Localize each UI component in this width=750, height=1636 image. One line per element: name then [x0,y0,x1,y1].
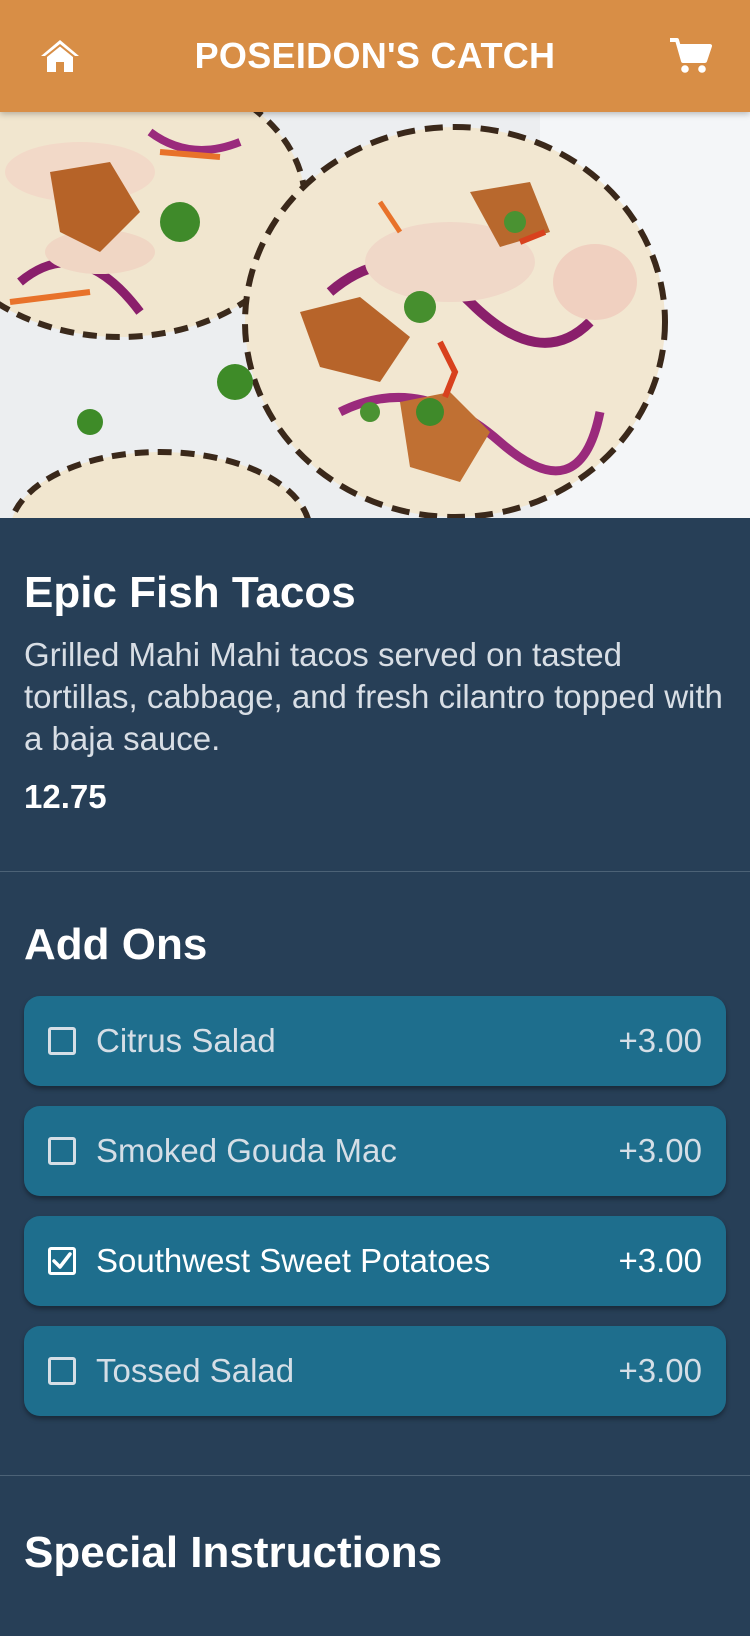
addon-label: Smoked Gouda Mac [96,1132,397,1169]
item-description: Grilled Mahi Mahi tacos served on tasted… [24,636,723,757]
item-price: 12.75 [24,778,107,815]
addon-label: Citrus Salad [96,1022,276,1059]
fish-tacos-image [0,112,750,518]
addon-label: Tossed Salad [96,1352,295,1389]
cart-button[interactable] [645,0,735,112]
addon-price: +3.00 [618,1132,703,1169]
addon-option-citrus-salad[interactable]: Citrus Salad +3.00 [24,996,726,1086]
checkbox-unchecked-icon[interactable] [48,1027,76,1055]
addons-section: Add Ons Citrus Salad +3.00 Smoked Gouda … [0,872,750,1476]
addon-option-tossed-salad[interactable]: Tossed Salad +3.00 [24,1326,726,1416]
checkbox-unchecked-icon[interactable] [48,1357,76,1385]
addons-heading: Add Ons [24,920,208,969]
item-details: Epic Fish Tacos Grilled Mahi Mahi tacos … [0,518,750,872]
addon-price: +3.00 [618,1242,703,1279]
special-instructions-section: Special Instructions [0,1476,750,1636]
home-button[interactable] [15,0,105,112]
special-instructions-heading: Special Instructions [24,1528,443,1577]
app-title: POSEIDON'S CATCH [194,35,556,76]
cart-icon [670,38,712,73]
addon-price: +3.00 [618,1022,703,1059]
item-name: Epic Fish Tacos [24,568,356,617]
addon-option-smoked-gouda-mac[interactable]: Smoked Gouda Mac +3.00 [24,1106,726,1196]
checkbox-checked-icon[interactable] [48,1247,76,1275]
app-header: POSEIDON'S CATCH [0,0,750,112]
addon-label: Southwest Sweet Potatoes [96,1242,491,1279]
checkbox-unchecked-icon[interactable] [48,1137,76,1165]
addon-option-southwest-sweet-potatoes[interactable]: Southwest Sweet Potatoes +3.00 [24,1216,726,1306]
addon-list: Citrus Salad +3.00 Smoked Gouda Mac +3.0… [24,996,726,1436]
checkmark-icon [52,1252,72,1269]
home-icon [41,40,79,72]
item-photo [0,112,750,518]
addon-price: +3.00 [618,1352,703,1389]
